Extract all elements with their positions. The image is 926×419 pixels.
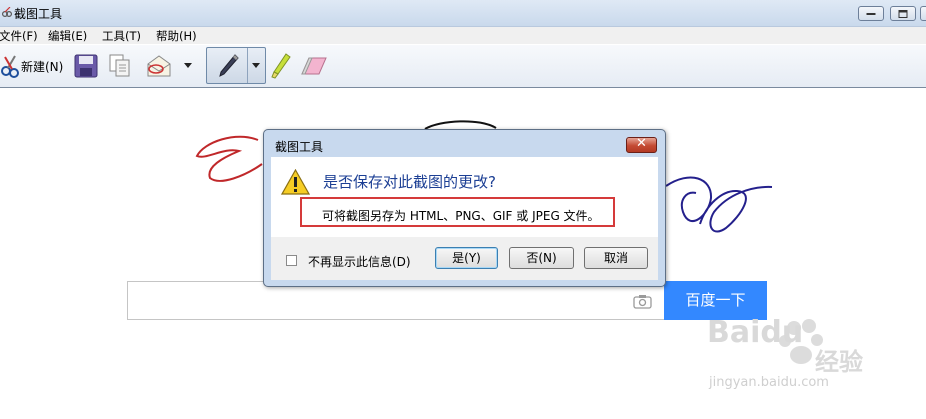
dialog-close-button[interactable]: ✕ [626, 136, 657, 153]
dont-show-checkbox[interactable] [286, 255, 297, 266]
cancel-button[interactable]: 取消 [584, 247, 648, 269]
dont-show-label[interactable]: 不再显示此信息(D) [308, 253, 411, 270]
dialog-info-text: 可将截图另存为 HTML、PNG、GIF 或 JPEG 文件。 [322, 209, 600, 223]
dialog-heading: 是否保存对此截图的更改? [323, 173, 496, 191]
dialog-title: 截图工具 [275, 140, 324, 154]
dialog-body: 是否保存对此截图的更改? 可将截图另存为 HTML、PNG、GIF 或 JPEG… [271, 157, 658, 237]
no-button[interactable]: 否(N) [509, 247, 574, 269]
yes-button[interactable]: 是(Y) [435, 247, 498, 269]
dialog-footer: 不再显示此信息(D) 是(Y) 否(N) 取消 [271, 237, 658, 280]
watermark-brand: Baidu [707, 315, 804, 350]
close-icon: ✕ [636, 136, 647, 151]
watermark-brand-cn: 经验 [815, 348, 863, 376]
warning-icon [281, 169, 310, 195]
watermark-url: jingyan.baidu.com [709, 375, 829, 390]
save-changes-dialog: 截图工具 ✕ 是否保存对此截图的更改? 可将截图另存为 HTML、PNG、GIF… [263, 129, 666, 287]
